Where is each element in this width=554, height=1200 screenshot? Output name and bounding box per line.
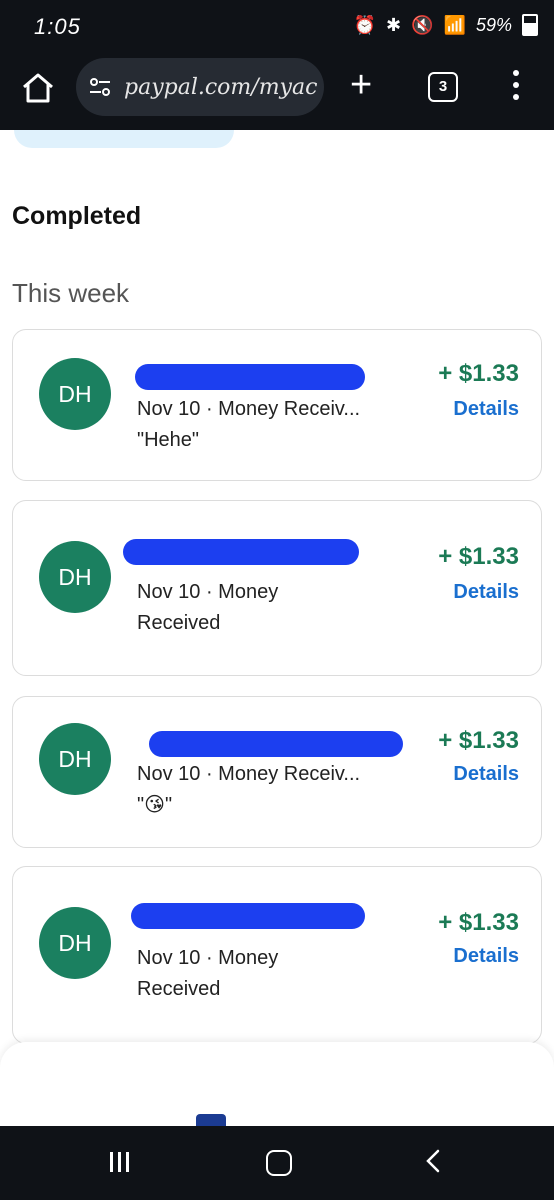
separator-dot: ·	[205, 581, 213, 603]
redaction-mark	[135, 364, 365, 390]
bluetooth-icon: ✱	[386, 14, 402, 35]
separator-dot: ·	[205, 763, 213, 785]
transaction-amount: + $1.33	[438, 543, 519, 570]
section-title-completed: Completed	[12, 202, 142, 230]
status-icons: ⏰ ✱ 🔇 📶 59%	[354, 14, 538, 36]
avatar: DH	[39, 907, 111, 979]
transaction-amount: + $1.33	[438, 909, 519, 936]
details-link[interactable]: Details	[453, 581, 519, 604]
battery-percent: 59%	[475, 14, 512, 35]
transaction-meta: Nov 10 · Money Receiv... "😘"	[137, 759, 387, 821]
wifi-icon: 📶	[443, 14, 466, 35]
transaction-note: "Hehe"	[137, 429, 200, 451]
browser-toolbar: paypal.com/myac + 3	[0, 52, 554, 130]
details-link[interactable]: Details	[453, 945, 519, 968]
home-icon[interactable]	[20, 70, 56, 106]
transaction-card[interactable]: DH Nov 10 · Money Received + $1.33 Detai…	[12, 866, 542, 1044]
separator-dot: ·	[205, 398, 213, 420]
transaction-meta: Nov 10 · Money Receiv... "Hehe"	[137, 394, 387, 456]
transaction-note: Received	[137, 612, 221, 634]
url-text[interactable]: paypal.com/myac	[124, 75, 317, 100]
back-icon[interactable]	[424, 1148, 442, 1174]
transaction-amount: + $1.33	[438, 727, 519, 754]
redaction-mark	[131, 903, 365, 929]
transaction-type: Money	[218, 947, 279, 969]
transaction-meta: Nov 10 · Money Received	[137, 577, 387, 639]
transaction-card[interactable]: DH Nov 10 · Money Receiv... "Hehe" + $1.…	[12, 329, 542, 481]
transaction-date: Nov 10	[137, 581, 201, 603]
group-title-this-week: This week	[12, 278, 130, 308]
transaction-note: Received	[137, 978, 221, 1000]
transaction-card[interactable]: DH Nov 10 · Money Receiv... "😘" + $1.33 …	[12, 696, 542, 848]
filter-pill[interactable]	[14, 130, 234, 148]
transaction-card[interactable]: DH Nov 10 · Money Received + $1.33 Detai…	[12, 500, 542, 676]
details-link[interactable]: Details	[453, 763, 519, 786]
mute-icon: 🔇	[411, 14, 434, 35]
status-time: 1:05	[34, 14, 81, 39]
address-bar[interactable]: paypal.com/myac	[76, 58, 324, 116]
new-tab-button[interactable]: +	[350, 66, 372, 104]
transaction-meta: Nov 10 · Money Received	[137, 943, 387, 1005]
alarm-icon: ⏰	[353, 14, 377, 35]
status-bar: 1:05 ⏰ ✱ 🔇 📶 59%	[0, 0, 554, 52]
transaction-date: Nov 10	[137, 947, 201, 969]
bottom-sheet	[0, 1042, 554, 1132]
transaction-type: Money	[218, 581, 279, 603]
avatar: DH	[39, 723, 111, 795]
transaction-amount: + $1.33	[438, 360, 519, 387]
more-menu-icon[interactable]	[510, 70, 522, 104]
details-link[interactable]: Details	[453, 398, 519, 421]
transaction-date: Nov 10	[137, 398, 201, 420]
recent-apps-icon[interactable]	[110, 1152, 136, 1172]
redaction-mark	[149, 731, 403, 757]
tab-switcher-button[interactable]: 3	[428, 72, 458, 102]
avatar: DH	[39, 358, 111, 430]
site-settings-icon[interactable]	[88, 75, 112, 99]
system-nav-bar	[0, 1126, 554, 1200]
battery-icon	[522, 14, 538, 36]
avatar: DH	[39, 541, 111, 613]
transaction-type: Money Receiv...	[218, 763, 361, 785]
transaction-type: Money Receiv...	[218, 398, 361, 420]
separator-dot: ·	[205, 947, 213, 969]
redaction-mark	[123, 539, 359, 565]
home-nav-icon[interactable]	[266, 1150, 292, 1176]
transaction-note: "😘"	[137, 794, 173, 816]
transaction-date: Nov 10	[137, 763, 201, 785]
